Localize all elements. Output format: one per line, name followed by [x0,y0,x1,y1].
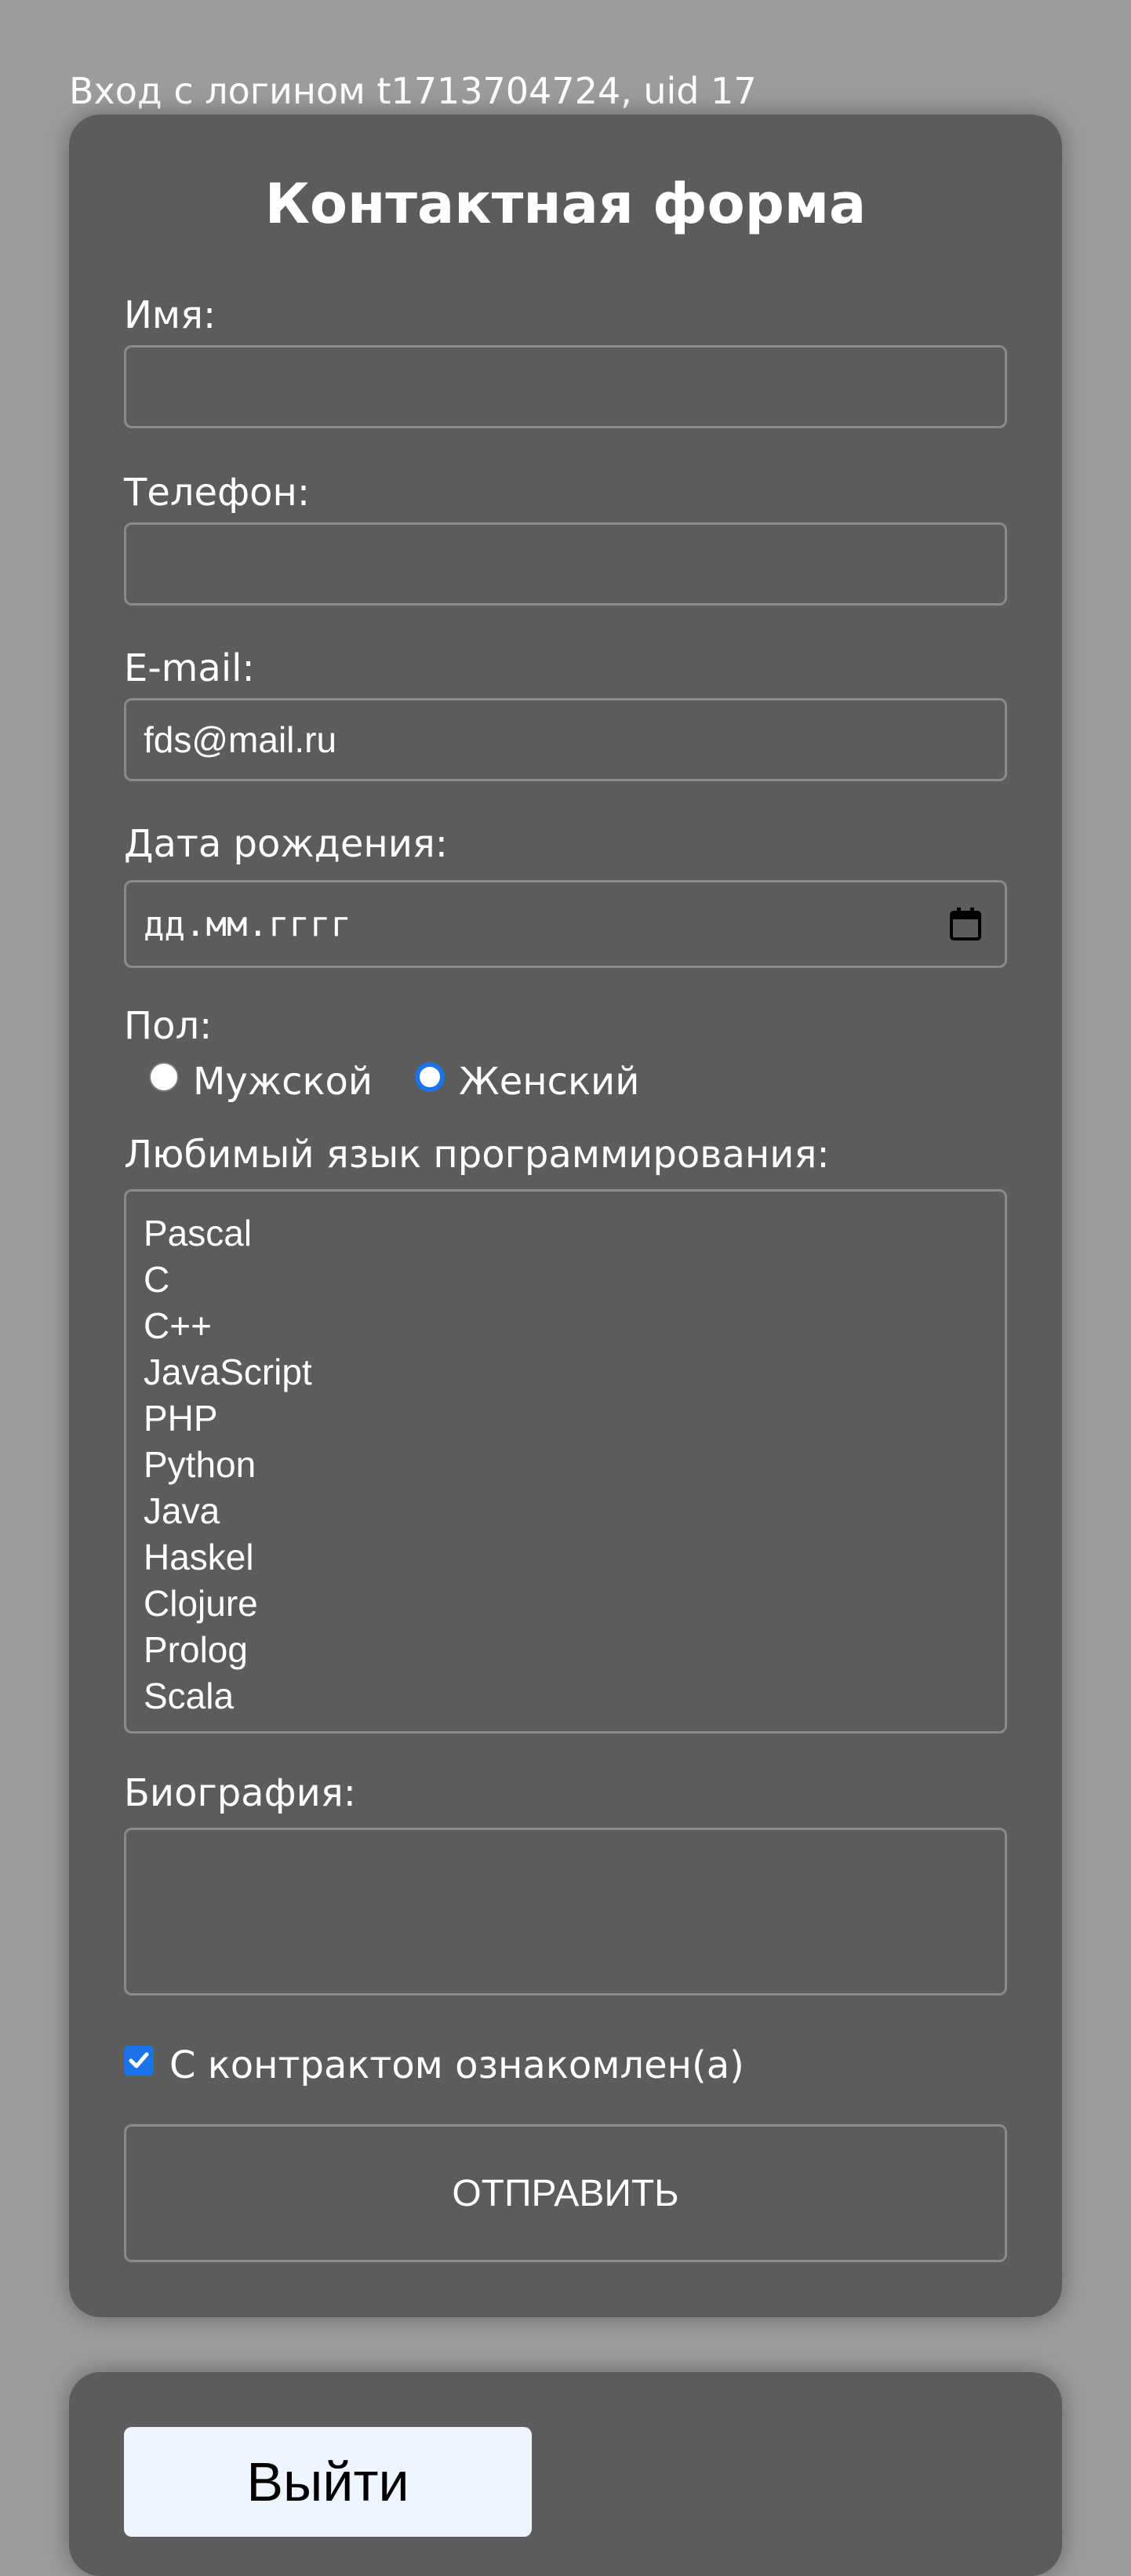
language-option[interactable]: Prolog [144,1627,987,1673]
language-option[interactable]: C [144,1257,987,1303]
bio-textarea[interactable] [124,1828,1007,1996]
name-label: Имя: [124,293,216,337]
name-input[interactable] [124,345,1007,428]
email-input[interactable] [124,698,1007,781]
language-option[interactable]: JavaScript [144,1349,987,1395]
birthdate-label: Дата рождения: [124,822,448,866]
contract-checkbox[interactable] [124,2046,154,2076]
language-option[interactable]: Clojure [144,1581,987,1627]
gender-male-radio[interactable] [149,1062,179,1092]
language-option[interactable]: Scala [144,1673,987,1719]
login-status-text: Вход с логином t1713704724, uid 17 [69,70,757,112]
phone-input[interactable] [124,522,1007,606]
gender-label: Пол: [124,1004,213,1048]
gender-radio-group: Мужской Женский [149,1054,639,1109]
language-listbox[interactable]: Pascal C C++ JavaScript PHP Python Java … [124,1189,1007,1734]
language-option[interactable]: PHP [144,1395,987,1442]
language-option[interactable]: Pascal [144,1210,987,1257]
form-title: Контактная форма [264,172,867,236]
contract-label[interactable]: С контрактом ознакомлен(а) [169,2038,744,2093]
language-option[interactable]: Haskel [144,1534,987,1581]
birthdate-placeholder: дд.мм.гггг [144,904,351,944]
language-label: Любимый язык программирования: [124,1133,830,1177]
bio-label: Биография: [124,1771,356,1815]
email-label: E-mail: [124,646,255,690]
birthdate-input[interactable]: дд.мм.гггг [124,880,1007,968]
gender-female-radio[interactable] [415,1062,445,1092]
contract-checkbox-row: С контрактом ознакомлен(а) [124,2038,744,2093]
calendar-icon[interactable] [950,908,981,941]
language-option[interactable]: Python [144,1442,987,1488]
submit-button[interactable]: ОТПРАВИТЬ [124,2124,1007,2262]
language-option[interactable]: Java [144,1488,987,1534]
gender-female-label[interactable]: Женский [459,1054,639,1109]
language-option[interactable]: C++ [144,1303,987,1349]
phone-label: Телефон: [124,471,311,515]
checkmark-icon [129,2052,149,2068]
logout-button[interactable]: Выйти [124,2427,532,2537]
gender-male-label[interactable]: Мужской [193,1054,373,1109]
